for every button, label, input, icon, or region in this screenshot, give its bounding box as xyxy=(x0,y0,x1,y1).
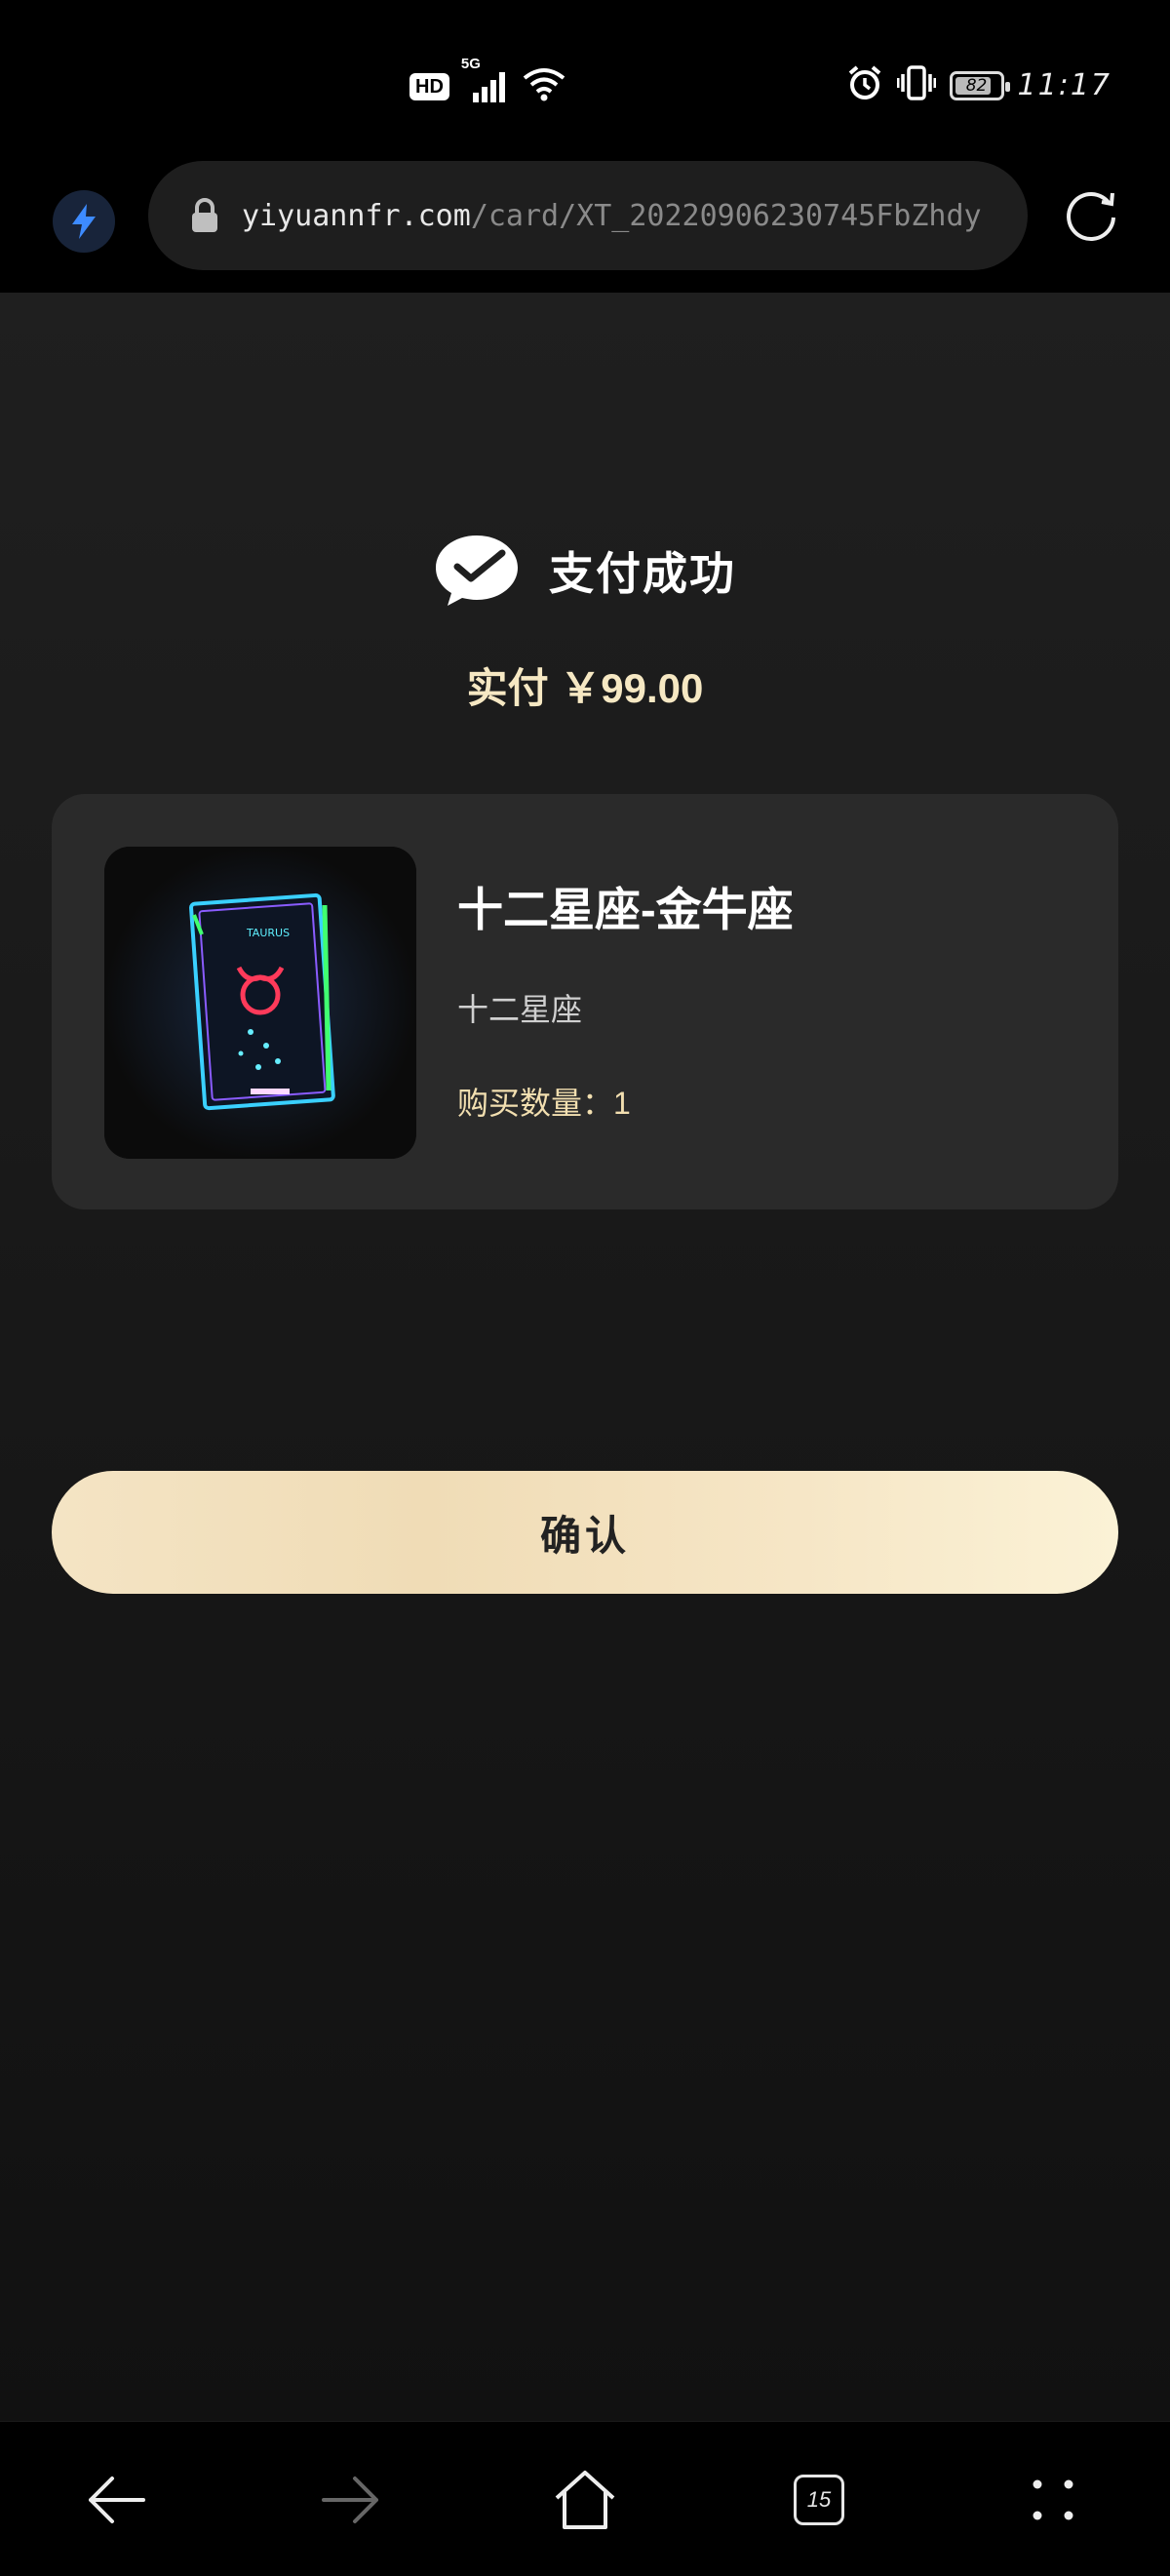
status-right-group: 82 11:17 xyxy=(846,64,1112,106)
url-domain: yiyuannfr.com xyxy=(242,198,471,233)
reload-button[interactable] xyxy=(1059,182,1123,247)
hd-badge: HD xyxy=(410,72,449,100)
url-text: yiyuannfr.com/card/XT_20220906230745FbZh… xyxy=(242,199,982,233)
cellular-signal-icon: 5G xyxy=(461,56,508,104)
browser-bottom-nav: 15 xyxy=(0,2421,1170,2576)
paid-label: 实付 xyxy=(466,665,549,711)
back-button[interactable] xyxy=(77,2461,155,2539)
battery-icon: 82 xyxy=(949,70,1010,100)
payment-success-title: 支付成功 xyxy=(549,548,736,599)
quantity-label: 购买数量： xyxy=(457,1086,614,1121)
product-name: 十二星座-金牛座 xyxy=(457,884,794,935)
menu-button[interactable] xyxy=(1014,2461,1092,2539)
tab-count: 15 xyxy=(794,2475,844,2525)
lock-icon xyxy=(189,196,224,235)
tabs-button[interactable]: 15 xyxy=(780,2461,858,2539)
product-image: TAURUS xyxy=(104,847,416,1159)
back-arrow-icon xyxy=(89,2477,145,2523)
vibrate-icon xyxy=(896,64,937,106)
home-icon xyxy=(555,2471,615,2529)
product-card: TAURUS 十二星座-金牛座 十二星座 购买数量：1 xyxy=(52,794,1118,1209)
reload-icon xyxy=(1067,192,1115,241)
home-button[interactable] xyxy=(546,2461,624,2539)
status-bar: HD 5G 82 11:17 xyxy=(0,0,1170,161)
purchase-quantity: 购买数量：1 xyxy=(457,1079,631,1124)
address-bar[interactable]: yiyuannfr.com/card/XT_20220906230745FbZh… xyxy=(148,161,1028,270)
main-content: 支付成功 实付 ￥99.00 TAURUS 十二星座-金牛座 十二星座 购买数量… xyxy=(0,293,1170,2421)
taurus-card-illustration: TAURUS xyxy=(104,847,416,1159)
wifi-icon xyxy=(522,66,566,106)
browser-toolbar: yiyuannfr.com/card/XT_20220906230745FbZh… xyxy=(0,161,1170,293)
confirm-button[interactable]: 确认 xyxy=(52,1471,1118,1594)
forward-arrow-icon xyxy=(322,2477,378,2523)
lightning-button[interactable] xyxy=(53,190,115,253)
status-center-group: HD 5G xyxy=(410,56,566,106)
paid-amount-row: 实付 ￥99.00 xyxy=(0,655,1170,715)
alarm-icon xyxy=(846,64,883,106)
clock: 11:17 xyxy=(1017,68,1112,102)
more-dots-icon xyxy=(1033,2479,1073,2520)
paid-amount: ￥99.00 xyxy=(560,665,704,711)
forward-button[interactable] xyxy=(312,2461,390,2539)
battery-level: 82 xyxy=(965,75,988,96)
wechat-pay-icon xyxy=(436,535,518,606)
payment-status: 支付成功 xyxy=(0,532,1170,610)
lightning-icon xyxy=(72,204,96,239)
thumb-caption: TAURUS xyxy=(246,927,290,939)
url-path: /card/XT_20220906230745FbZhdy xyxy=(470,198,982,233)
product-category: 十二星座 xyxy=(457,992,583,1027)
quantity-value: 1 xyxy=(613,1086,631,1121)
network-type-label: 5G xyxy=(460,55,481,72)
